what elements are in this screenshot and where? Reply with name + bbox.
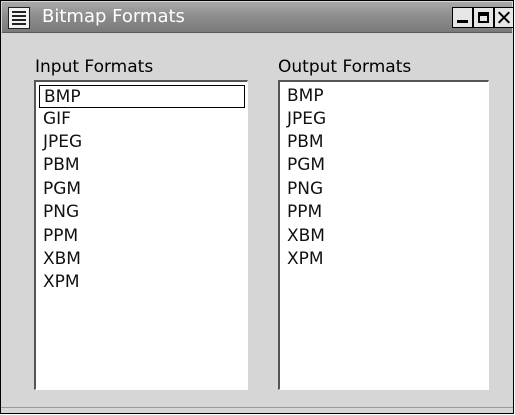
window-menu-icon[interactable] — [8, 7, 30, 29]
input-formats-label: Input Formats — [35, 57, 154, 77]
title-bar[interactable]: Bitmap Formats — [2, 2, 514, 33]
output-format-item[interactable]: PBM — [283, 131, 486, 154]
output-formats-label: Output Formats — [278, 57, 412, 77]
output-format-item[interactable]: BMP — [283, 85, 486, 108]
minimize-icon[interactable] — [452, 7, 473, 28]
bitmap-formats-window: Bitmap Formats Input Formats Output Form… — [0, 0, 514, 414]
close-icon[interactable] — [494, 7, 514, 28]
output-format-item[interactable]: PPM — [283, 201, 486, 224]
window-title: Bitmap Formats — [42, 6, 185, 27]
window-bottom-divider — [1, 407, 513, 408]
input-format-item[interactable]: JPEG — [39, 131, 245, 154]
input-format-item[interactable]: PPM — [39, 225, 245, 248]
output-format-item[interactable]: PNG — [283, 178, 486, 201]
input-format-item[interactable]: PNG — [39, 201, 245, 224]
output-format-item[interactable]: PGM — [283, 154, 486, 177]
input-format-item[interactable]: PBM — [39, 154, 245, 177]
output-format-item[interactable]: XPM — [283, 248, 486, 271]
input-formats-list[interactable]: BMP GIF JPEG PBM PGM PNG PPM XBM XPM — [34, 80, 248, 390]
input-format-item[interactable]: BMP — [39, 85, 245, 108]
input-format-item[interactable]: GIF — [39, 108, 245, 131]
maximize-icon[interactable] — [473, 7, 494, 28]
input-format-item[interactable]: PGM — [39, 178, 245, 201]
output-formats-list[interactable]: BMP JPEG PBM PGM PNG PPM XBM XPM — [278, 80, 489, 390]
output-format-item[interactable]: JPEG — [283, 108, 486, 131]
input-format-item[interactable]: XPM — [39, 271, 245, 294]
input-format-item[interactable]: XBM — [39, 248, 245, 271]
output-format-item[interactable]: XBM — [283, 225, 486, 248]
